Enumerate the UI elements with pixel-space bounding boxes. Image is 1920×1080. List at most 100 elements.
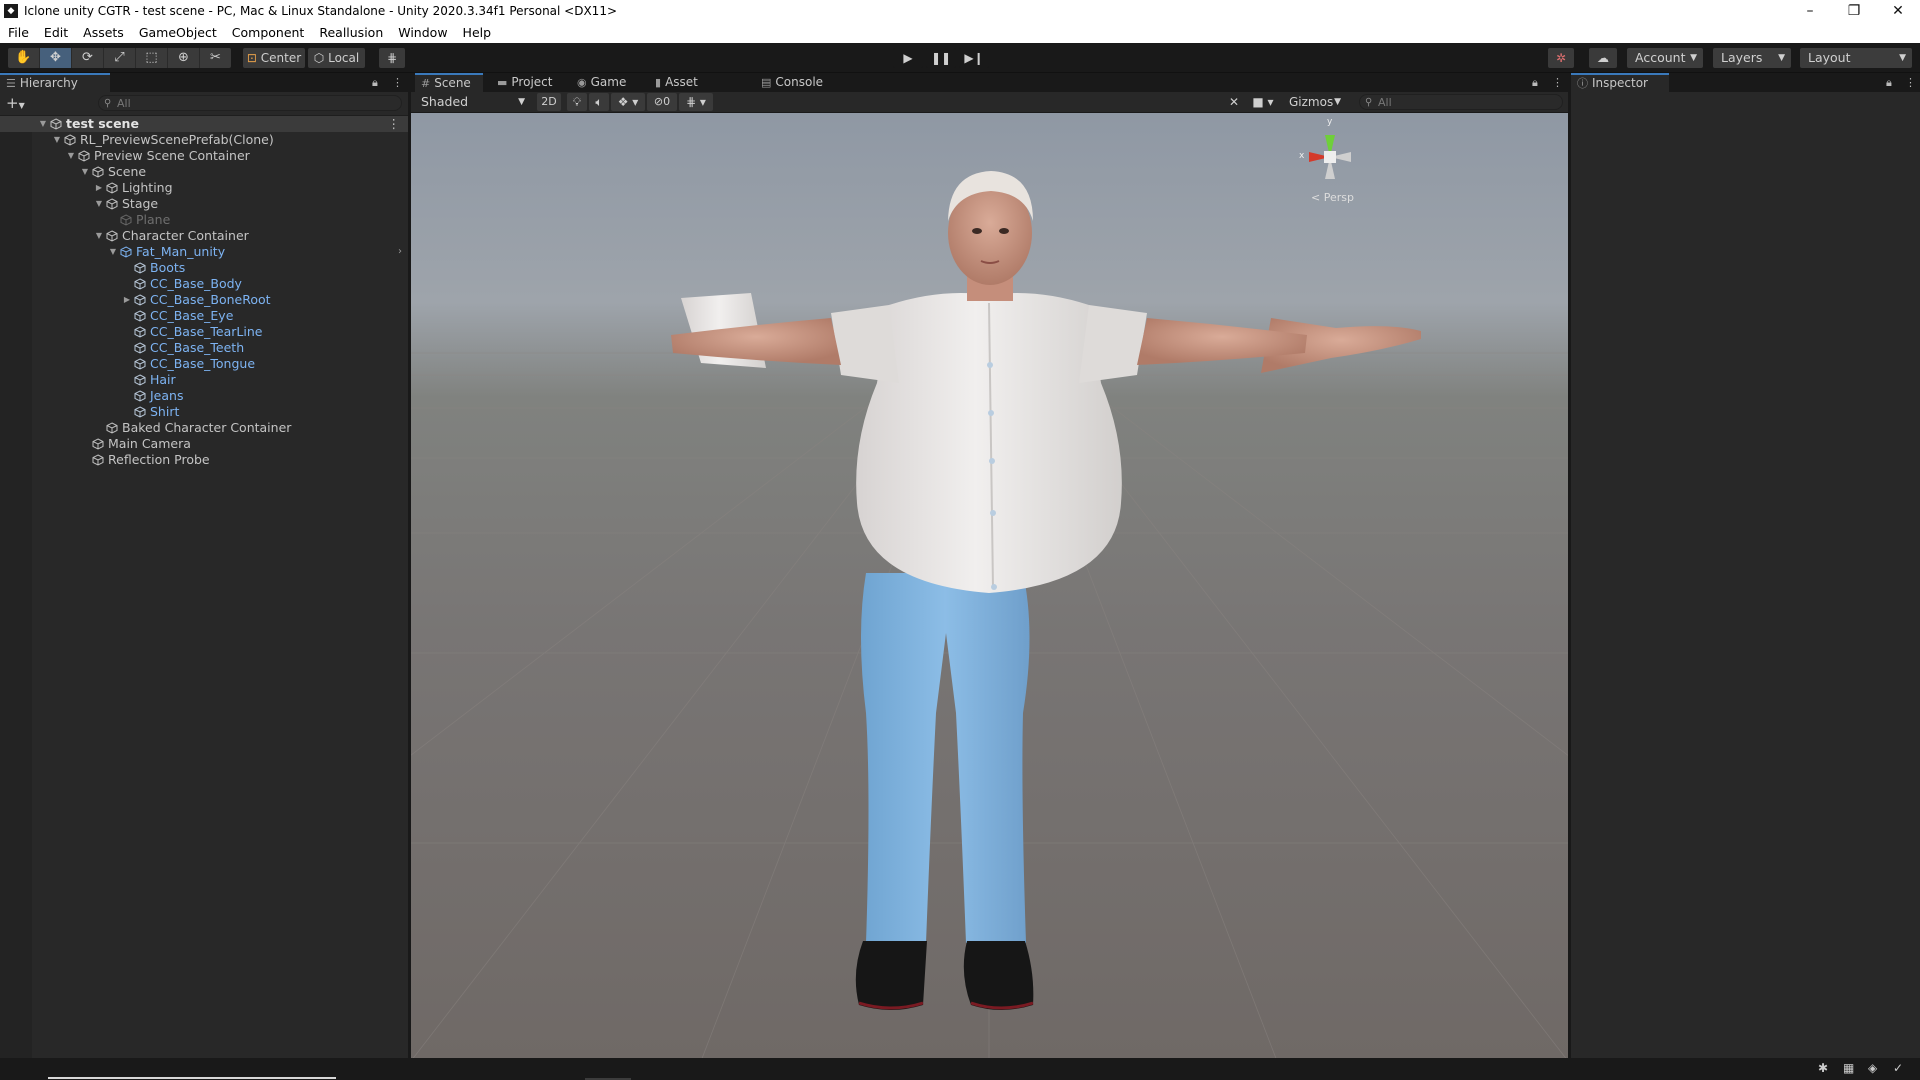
hierarchy-row[interactable]: CC_Base_Teeth <box>0 340 408 356</box>
effects-dropdown[interactable]: ❖ ▾ <box>611 93 645 111</box>
hierarchy-row[interactable]: CC_Base_Eye <box>0 308 408 324</box>
hierarchy-row[interactable]: ▶ Lighting <box>0 180 408 196</box>
more-options-icon[interactable]: ⋮ <box>388 116 401 132</box>
play-button[interactable]: ▶ <box>893 48 923 68</box>
cloud-button[interactable]: ☁ <box>1589 48 1617 68</box>
menu-reallusion[interactable]: Reallusion <box>311 25 390 40</box>
collapse-arrow-icon[interactable]: ▶ <box>122 292 132 308</box>
move-tool-icon[interactable]: ✥ <box>40 48 72 68</box>
tab-hierarchy[interactable]: ☰ Hierarchy <box>0 73 110 92</box>
expand-arrow-icon[interactable]: ▼ <box>108 244 118 260</box>
hierarchy-row[interactable]: ▶ CC_Base_BoneRoot <box>0 292 408 308</box>
camera-dropdown[interactable]: ■ ▾ <box>1247 93 1279 111</box>
hierarchy-row[interactable]: ▼ test scene ⋮ <box>0 116 408 132</box>
tab-console[interactable]: ▤ Console <box>755 73 829 92</box>
menu-window[interactable]: Window <box>390 25 454 40</box>
pivot-center-button[interactable]: ⊡ Center <box>243 48 305 68</box>
rotate-tool-icon[interactable]: ⟳ <box>72 48 104 68</box>
projection-label[interactable]: < Persp <box>1311 191 1354 204</box>
orientation-gizmo[interactable]: y x < Persp <box>1295 117 1365 205</box>
close-button[interactable]: ✕ <box>1876 0 1920 22</box>
grid-snap-button[interactable]: ⋕ <box>379 48 405 68</box>
hierarchy-row[interactable]: ▼ Fat_Man_unity › <box>0 244 408 260</box>
menu-help[interactable]: Help <box>455 25 499 40</box>
pause-button[interactable]: ❚❚ <box>926 48 956 68</box>
hidden-objects-toggle[interactable]: ⊘0 <box>647 93 677 111</box>
menu-file[interactable]: File <box>0 25 36 40</box>
window-title: Iclone unity CGTR - test scene - PC, Mac… <box>24 4 618 18</box>
more-options-icon[interactable]: ⋮ <box>1905 76 1916 89</box>
grid-dropdown[interactable]: ⋕ ▾ <box>679 93 713 111</box>
eye-slash-icon: ⊘ <box>653 95 664 108</box>
hierarchy-row[interactable]: Reflection Probe <box>0 452 408 468</box>
check-icon[interactable]: ✓ <box>1893 1061 1903 1075</box>
menu-gameobject[interactable]: GameObject <box>131 25 224 40</box>
hierarchy-row[interactable]: CC_Base_TearLine <box>0 324 408 340</box>
scene-search-input[interactable]: ⚲ All <box>1359 94 1563 110</box>
hierarchy-row[interactable]: Main Camera <box>0 436 408 452</box>
tab-asset-store[interactable]: ▮Asset Store <box>649 73 739 108</box>
shading-mode-dropdown[interactable]: Shaded ▼ <box>413 93 531 111</box>
audio-toggle[interactable]: 🔈︎ <box>589 93 609 111</box>
layout-dropdown[interactable]: Layout ▼ <box>1800 48 1912 68</box>
expand-arrow-icon[interactable]: ▼ <box>52 132 62 148</box>
hierarchy-row[interactable]: Shirt <box>0 404 408 420</box>
collapse-arrow-icon[interactable]: ▶ <box>94 180 104 196</box>
collab-button[interactable]: ✲ <box>1548 48 1574 68</box>
account-label: Account <box>1635 50 1686 65</box>
account-dropdown[interactable]: Account ▼ <box>1627 48 1703 68</box>
hierarchy-row[interactable]: ▼ Stage <box>0 196 408 212</box>
tools-button[interactable]: ✕ <box>1223 93 1245 111</box>
gizmos-dropdown[interactable]: Gizmos ▼ <box>1281 93 1347 111</box>
hierarchy-row[interactable]: Boots <box>0 260 408 276</box>
tab-inspector[interactable]: ⓘ Inspector <box>1571 73 1669 92</box>
transform-tool-icon[interactable]: ⊕ <box>168 48 200 68</box>
more-options-icon[interactable]: ⋮ <box>1552 76 1563 89</box>
expand-arrow-icon[interactable]: ▼ <box>94 196 104 212</box>
lock-icon[interactable]: 🔒︎ <box>1886 76 1892 90</box>
hierarchy-row[interactable]: Jeans <box>0 388 408 404</box>
scale-tool-icon[interactable]: ⤢ <box>104 48 136 68</box>
hierarchy-row[interactable]: ▼ Preview Scene Container <box>0 148 408 164</box>
more-options-icon[interactable]: ⋮ <box>392 76 403 89</box>
network-icon[interactable]: ◈ <box>1868 1061 1877 1075</box>
pivot-space-button[interactable]: ⬡ Local <box>308 48 365 68</box>
restore-button[interactable]: ❐ <box>1832 0 1876 22</box>
open-prefab-arrow-icon[interactable]: › <box>398 244 402 260</box>
add-object-button[interactable]: +▼ <box>6 94 25 112</box>
lock-icon[interactable]: 🔒︎ <box>1532 76 1538 90</box>
tab-scene[interactable]: # Scene <box>415 73 483 92</box>
hierarchy-row[interactable]: ▼ Scene <box>0 164 408 180</box>
hierarchy-row[interactable]: Plane <box>0 212 408 228</box>
layers-dropdown[interactable]: Layers ▼ <box>1713 48 1791 68</box>
tab-project[interactable]: ▬ Project <box>491 73 561 92</box>
minimize-button[interactable]: – <box>1788 0 1832 22</box>
hand-tool-icon[interactable]: ✋ <box>8 48 40 68</box>
hierarchy-row[interactable]: CC_Base_Tongue <box>0 356 408 372</box>
menu-edit[interactable]: Edit <box>36 25 75 40</box>
hierarchy-row[interactable]: ▼ Character Container <box>0 228 408 244</box>
menu-component[interactable]: Component <box>224 25 312 40</box>
bug-icon[interactable]: ✱ <box>1818 1061 1828 1075</box>
menu-assets[interactable]: Assets <box>75 25 131 40</box>
hierarchy-row[interactable]: ▼ RL_PreviewScenePrefab(Clone) <box>0 132 408 148</box>
tab-game[interactable]: ◉ Game <box>571 73 633 92</box>
gameobject-cube-icon <box>64 134 76 146</box>
hierarchy-search-input[interactable]: ⚲ All <box>98 95 402 111</box>
lock-icon[interactable]: 🔒︎ <box>372 76 378 90</box>
expand-arrow-icon[interactable]: ▼ <box>94 228 104 244</box>
expand-arrow-icon[interactable]: ▼ <box>66 148 76 164</box>
folder-icon: ▬ <box>497 76 508 89</box>
hierarchy-row[interactable]: Baked Character Container <box>0 420 408 436</box>
rect-tool-icon[interactable]: ⬚ <box>136 48 168 68</box>
hierarchy-row[interactable]: CC_Base_Body <box>0 276 408 292</box>
toggle-2d-button[interactable]: 2D <box>537 93 561 111</box>
expand-arrow-icon[interactable]: ▼ <box>38 116 48 132</box>
hierarchy-row[interactable]: Hair <box>0 372 408 388</box>
step-button[interactable]: ▶❙ <box>959 48 989 68</box>
lighting-toggle[interactable]: 💡︎ <box>567 93 587 111</box>
scene-viewport[interactable]: y x < Persp <box>411 113 1568 1061</box>
custom-tool-icon[interactable]: ✂ <box>200 48 231 68</box>
package-icon[interactable]: ▦ <box>1843 1061 1854 1075</box>
expand-arrow-icon[interactable]: ▼ <box>80 164 90 180</box>
